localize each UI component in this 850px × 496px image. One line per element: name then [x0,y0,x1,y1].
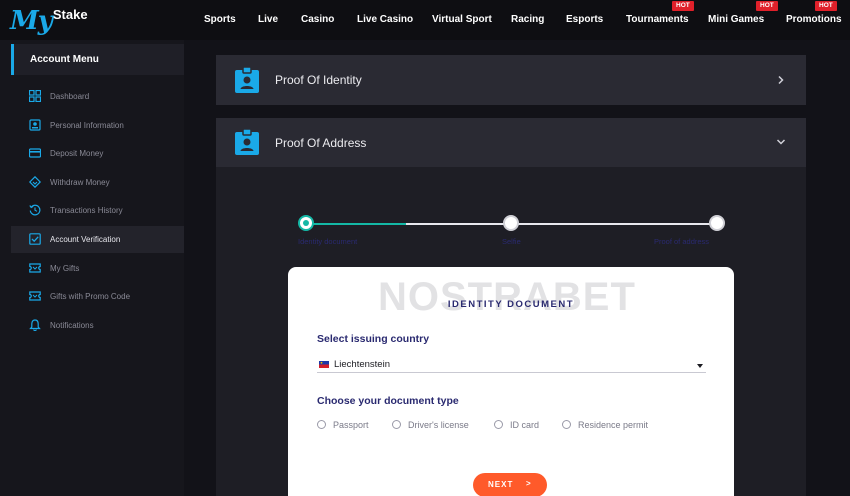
check-box-icon [29,233,41,245]
id-badge-icon [235,67,259,93]
stepper-progress-line [306,223,406,225]
nav-live-casino[interactable]: Live Casino [357,14,413,25]
sidebar-item-label: Transactions History [50,206,123,215]
radio-circle [562,420,571,429]
caret-down-icon [697,364,703,368]
sidebar-item-label: Dashboard [50,92,90,101]
sidebar-item-dashboard[interactable]: Dashboard [11,83,184,110]
proof-of-identity-title: Proof Of Identity [275,73,362,87]
account-sidebar: Account Menu Dashboard Personal Informat… [0,40,184,496]
step-label-selfie: Selfie [502,237,521,246]
nav-virtual-sport[interactable]: Virtual Sport [432,14,492,25]
ticket-icon [29,263,41,273]
radio-circle [494,420,503,429]
nav-sports[interactable]: Sports [204,14,236,25]
sidebar-item-account-verification[interactable]: Account Verification [11,226,184,253]
mystake-logo[interactable]: My Stake [10,4,88,36]
nav-esports[interactable]: Esports [566,14,603,25]
hot-badge: HOT [815,1,837,11]
proof-of-address-accordion[interactable]: Proof Of Address [216,118,806,167]
radio-label: Passport [333,420,369,430]
id-badge-icon [235,129,259,155]
identity-document-card: NOSTRABET IDENTITY DOCUMENT Select issui… [288,267,734,496]
sidebar-item-label: Withdraw Money [50,178,110,187]
chevron-right-icon [778,75,784,85]
sidebar-item-personal-information[interactable]: Personal Information [11,112,184,139]
nav-casino[interactable]: Casino [301,14,334,25]
issuing-country-value: Liechtenstein [334,359,390,370]
main-content: Proof Of Identity Proof Of Address Ident… [184,40,850,496]
nostrabet-watermark: NOSTRABET [378,275,636,319]
sidebar-item-gifts-with-promo-code[interactable]: Gifts with Promo Code [11,283,184,310]
verification-panel: Identity document Selfie Proof of addres… [216,167,806,496]
sidebar-item-label: Account Verification [50,235,121,244]
chevron-down-icon [776,139,786,145]
sidebar-item-withdraw-money[interactable]: Withdraw Money [11,169,184,196]
sidebar-item-my-gifts[interactable]: My Gifts [11,255,184,282]
nav-live[interactable]: Live [258,14,278,25]
liechtenstein-flag-icon [319,361,329,368]
chevron-right-icon: > [526,479,531,488]
dashboard-icon [29,90,41,102]
step-label-identity-document: Identity document [298,237,358,246]
sidebar-item-label: My Gifts [50,264,80,273]
radio-label: ID card [510,420,540,430]
id-card-icon [29,119,41,131]
step-label-proof-of-address: Proof of address [654,237,710,246]
hot-badge: HOT [672,1,694,11]
bell-icon [29,319,41,331]
sidebar-item-label: Gifts with Promo Code [50,292,131,301]
withdraw-icon [29,176,41,188]
history-icon [29,204,41,216]
proof-of-identity-accordion[interactable]: Proof Of Identity [216,55,806,105]
radio-circle [317,420,326,429]
sidebar-item-label: Notifications [50,321,94,330]
account-menu-header: Account Menu [11,44,184,75]
card-title: IDENTITY DOCUMENT [447,299,575,310]
logo-stake-text: Stake [52,7,88,22]
step-dot-identity-document[interactable] [298,215,314,231]
radio-circle [392,420,401,429]
account-menu-title: Account Menu [30,54,99,65]
stepper-track-line [406,223,716,225]
ticket-icon [29,291,41,301]
document-type-label: Choose your document type [317,395,459,407]
sidebar-item-label: Deposit Money [50,149,104,158]
step-dot-proof-of-address[interactable] [709,215,725,231]
proof-of-address-title: Proof Of Address [275,136,367,150]
nav-tournaments[interactable]: Tournaments [626,14,689,25]
sidebar-item-notifications[interactable]: Notifications [11,312,184,339]
sidebar-item-deposit-money[interactable]: Deposit Money [11,140,184,167]
top-navigation-bar: My Stake Sports Live Casino Live Casino … [0,0,850,40]
sidebar-item-transactions-history[interactable]: Transactions History [11,197,184,224]
next-button[interactable]: NEXT > [473,473,547,496]
radio-label: Residence permit [578,420,649,430]
sidebar-item-label: Personal Information [50,121,124,130]
credit-card-icon [29,148,41,158]
issuing-country-label: Select issuing country [317,333,430,345]
logo-my-text: My [10,6,53,36]
issuing-country-select[interactable]: Liechtenstein [317,357,706,373]
nav-racing[interactable]: Racing [511,14,544,25]
step-dot-selfie[interactable] [503,215,519,231]
hot-badge: HOT [756,1,778,11]
nav-mini-games[interactable]: Mini Games [708,14,764,25]
radio-label: Driver's license [408,420,469,430]
nav-promotions[interactable]: Promotions [786,14,842,25]
next-button-label: NEXT [488,480,514,489]
